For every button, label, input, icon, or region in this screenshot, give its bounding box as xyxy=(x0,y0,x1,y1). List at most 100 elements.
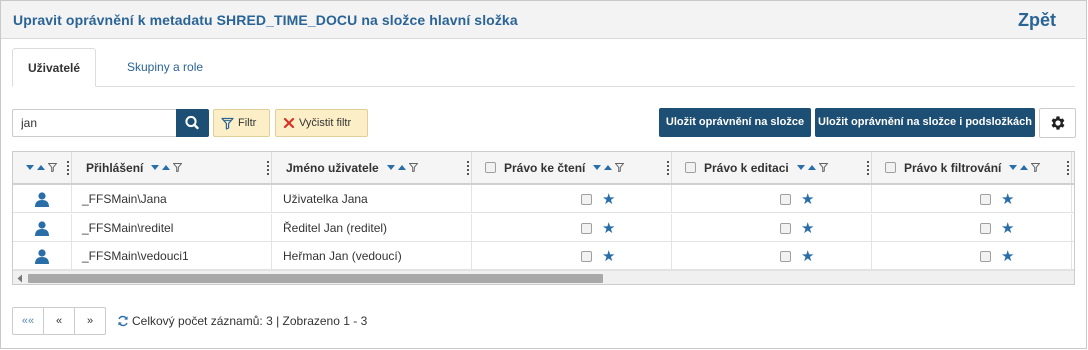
column-resize-handle[interactable] xyxy=(267,161,269,175)
user-icon xyxy=(35,191,49,207)
header-icon-column[interactable] xyxy=(13,152,72,183)
sort-icon[interactable] xyxy=(1009,164,1029,172)
edit-cell: ★ xyxy=(672,242,872,270)
login-cell: _FFSMain\reditel xyxy=(72,214,272,242)
edit-checkbox[interactable] xyxy=(780,193,791,205)
filter-icon xyxy=(221,117,234,130)
pager-info-text: Celkový počet záznamů: 3 | Zobrazeno 1 -… xyxy=(132,314,368,328)
column-resize-handle[interactable] xyxy=(1067,161,1069,175)
user-icon-cell xyxy=(13,185,72,213)
column-filter-icon[interactable] xyxy=(1031,163,1041,172)
star-icon[interactable]: ★ xyxy=(801,219,814,237)
first-page-button[interactable]: «« xyxy=(12,307,44,335)
clear-filter-button[interactable]: Vyčistit filtr xyxy=(275,109,368,137)
column-filter-icon[interactable] xyxy=(48,163,57,172)
filter-button[interactable]: Filtr xyxy=(213,109,270,137)
name-cell: Ředitel Jan (reditel) xyxy=(272,214,472,242)
filter-checkbox[interactable] xyxy=(980,193,991,205)
header-filter[interactable]: Právo k filtrování xyxy=(872,152,1072,183)
column-filter-icon[interactable] xyxy=(408,163,418,172)
login-cell: _FFSMain\Jana xyxy=(72,185,272,213)
sort-icon[interactable] xyxy=(26,164,46,172)
column-filter-icon[interactable] xyxy=(615,163,625,172)
horizontal-scrollbar[interactable] xyxy=(13,270,1074,284)
sort-icon[interactable] xyxy=(593,164,613,172)
column-filter-icon[interactable] xyxy=(818,163,828,172)
table-row[interactable]: _FFSMain\Jana Uživatelka Jana ★ ★ ★ xyxy=(13,185,1074,213)
header-filter-label: Právo k filtrování xyxy=(904,160,1002,175)
edit-checkbox[interactable] xyxy=(780,222,791,234)
header-edit[interactable]: Právo k editaci xyxy=(672,152,872,183)
tab-bar: Uživatelé Skupiny a role xyxy=(12,48,1075,87)
user-icon-cell xyxy=(13,214,72,242)
pager-info: Celkový počet záznamů: 3 | Zobrazeno 1 -… xyxy=(117,314,367,328)
column-resize-handle[interactable] xyxy=(867,161,869,175)
header-read[interactable]: Právo ke čtení xyxy=(472,152,672,183)
back-link[interactable]: Zpět xyxy=(1018,10,1056,31)
filter-button-label: Filtr xyxy=(238,117,257,129)
gear-icon xyxy=(1051,116,1064,130)
read-checkbox[interactable] xyxy=(581,250,592,262)
header-edit-label: Právo k editaci xyxy=(704,160,789,175)
star-icon[interactable]: ★ xyxy=(1001,219,1014,237)
edit-cell: ★ xyxy=(672,214,872,242)
tab-users[interactable]: Uživatelé xyxy=(12,48,96,87)
search-input[interactable] xyxy=(12,109,177,137)
name-cell: Heřman Jan (vedoucí) xyxy=(272,242,472,270)
settings-button[interactable] xyxy=(1039,108,1076,138)
sort-icon[interactable] xyxy=(151,164,171,172)
permissions-grid: Přihlášení Jméno uživatele Právo ke čten… xyxy=(12,151,1075,285)
clear-filter-label: Vyčistit filtr xyxy=(299,117,352,129)
header-name[interactable]: Jméno uživatele xyxy=(272,152,472,183)
user-icon xyxy=(35,220,49,236)
refresh-icon[interactable] xyxy=(117,315,129,327)
search-button[interactable] xyxy=(176,109,209,137)
grid-header: Přihlášení Jméno uživatele Právo ke čten… xyxy=(13,152,1074,185)
read-cell: ★ xyxy=(472,185,672,213)
user-icon-cell xyxy=(13,242,72,270)
star-icon[interactable]: ★ xyxy=(1001,247,1014,265)
read-cell: ★ xyxy=(472,214,672,242)
header-login[interactable]: Přihlášení xyxy=(72,152,272,183)
panel-header: Upravit oprávnění k metadatu SHRED_TIME_… xyxy=(1,1,1086,39)
tab-groups-roles[interactable]: Skupiny a role xyxy=(112,48,218,87)
star-icon[interactable]: ★ xyxy=(1001,190,1014,208)
scroll-thumb[interactable] xyxy=(28,274,603,283)
filter-cell: ★ xyxy=(872,242,1072,270)
login-cell: _FFSMain\vedouci1 xyxy=(72,242,272,270)
user-icon xyxy=(35,248,49,264)
read-cell: ★ xyxy=(472,242,672,270)
star-icon[interactable]: ★ xyxy=(602,219,615,237)
column-resize-handle[interactable] xyxy=(67,161,69,175)
read-checkbox[interactable] xyxy=(581,222,592,234)
header-read-checkbox[interactable] xyxy=(485,162,496,173)
header-login-label: Přihlášení xyxy=(86,160,144,175)
filter-cell: ★ xyxy=(872,185,1072,213)
read-checkbox[interactable] xyxy=(581,193,592,205)
next-page-button[interactable]: » xyxy=(74,307,106,335)
sort-icon[interactable] xyxy=(386,164,407,172)
close-icon xyxy=(283,117,295,129)
scroll-left-icon[interactable] xyxy=(16,274,24,283)
save-subfolders-button[interactable]: Uložit oprávnění na složce i podsložkách xyxy=(815,108,1035,137)
save-folder-button[interactable]: Uložit oprávnění na složce xyxy=(659,108,811,137)
star-icon[interactable]: ★ xyxy=(801,247,814,265)
star-icon[interactable]: ★ xyxy=(602,190,615,208)
edit-checkbox[interactable] xyxy=(780,250,791,262)
column-resize-handle[interactable] xyxy=(667,161,669,175)
name-cell: Uživatelka Jana xyxy=(272,185,472,213)
sort-icon[interactable] xyxy=(796,164,817,172)
column-filter-icon[interactable] xyxy=(173,163,183,172)
table-row[interactable]: _FFSMain\vedouci1 Heřman Jan (vedoucí) ★… xyxy=(13,242,1074,270)
star-icon[interactable]: ★ xyxy=(602,247,615,265)
page-title: Upravit oprávnění k metadatu SHRED_TIME_… xyxy=(13,12,518,28)
star-icon[interactable]: ★ xyxy=(801,190,814,208)
header-edit-checkbox[interactable] xyxy=(685,162,696,173)
header-filter-checkbox[interactable] xyxy=(885,162,896,173)
prev-page-button[interactable]: « xyxy=(43,307,75,335)
filter-checkbox[interactable] xyxy=(980,250,991,262)
filter-checkbox[interactable] xyxy=(980,222,991,234)
table-row[interactable]: _FFSMain\reditel Ředitel Jan (reditel) ★… xyxy=(13,214,1074,242)
edit-cell: ★ xyxy=(672,185,872,213)
column-resize-handle[interactable] xyxy=(467,161,469,175)
